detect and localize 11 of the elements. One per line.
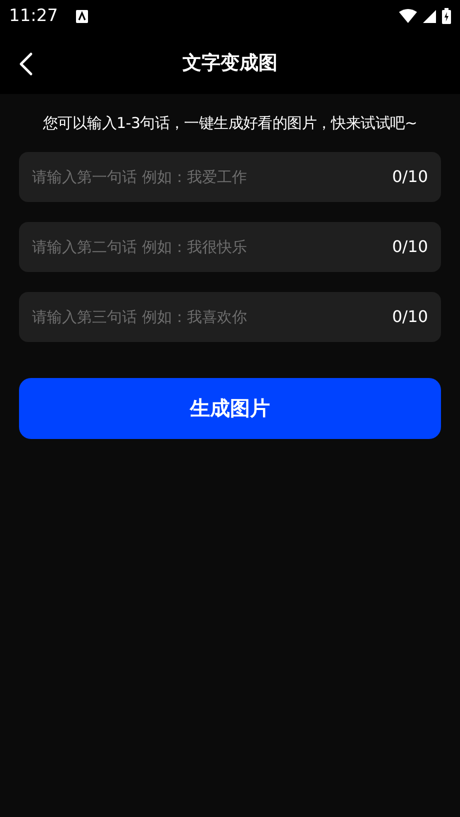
- character-counter: 0/10: [392, 307, 428, 326]
- page-title: 文字变成图: [182, 51, 278, 76]
- status-time: 11:27: [9, 6, 58, 26]
- intro-text: 您可以输入1-3句话，一键生成好看的图片，快来试试吧~: [43, 114, 417, 133]
- character-counter: 0/10: [392, 237, 428, 256]
- character-counter: 0/10: [392, 167, 428, 186]
- generate-image-button[interactable]: 生成图片: [19, 378, 441, 439]
- wifi-icon: [399, 9, 417, 23]
- battery-icon: [442, 8, 451, 24]
- signal-icon: [423, 10, 436, 22]
- notification-icon: [76, 10, 88, 22]
